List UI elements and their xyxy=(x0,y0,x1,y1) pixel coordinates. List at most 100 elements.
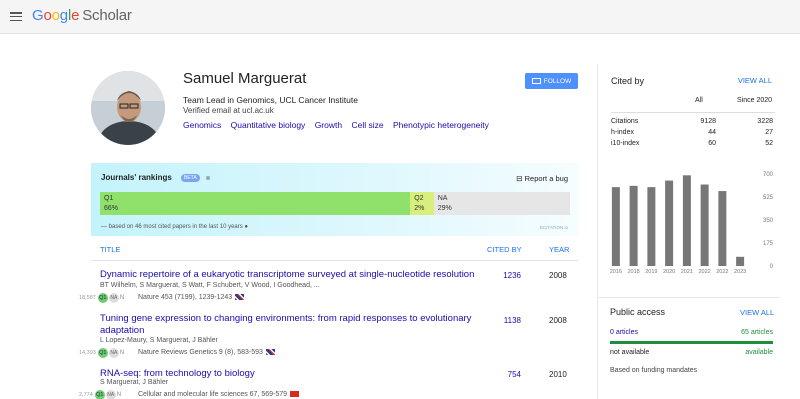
journal-rankings-panel: Journals' rankings BETA ⊟ Report a bug Q… xyxy=(91,163,578,236)
info-icon: ● xyxy=(244,224,249,230)
interest-link[interactable]: Phenotypic heterogeneity xyxy=(393,120,489,130)
rankings-title: Journals' rankings xyxy=(101,173,172,182)
citation-bar[interactable] xyxy=(629,185,638,266)
article-badges: 18,587 Q1 NA N xyxy=(79,293,125,303)
cited-by-count[interactable]: 1138 xyxy=(491,316,521,325)
divider xyxy=(597,297,780,298)
cited-by-count[interactable]: 754 xyxy=(491,370,521,379)
research-interests: Genomics Quantitative biology Growth Cel… xyxy=(183,120,496,130)
x-tick-label: 2023 xyxy=(734,269,746,275)
available-count[interactable]: 65 articles xyxy=(741,329,773,336)
segment-percent: 66% xyxy=(104,205,119,212)
x-tick-label: 2019 xyxy=(645,269,657,275)
na-badge: NA xyxy=(105,390,116,399)
ranking-segment-q2[interactable]: Q2 2% xyxy=(410,192,434,215)
google-scholar-logo[interactable]: Google Scholar xyxy=(32,7,132,24)
uk-flag-icon xyxy=(265,349,275,356)
rankings-bar: Q1 66% Q2 2% NA 29% xyxy=(100,192,570,215)
title-column-header[interactable]: TITLE xyxy=(100,245,120,254)
segment-percent: 29% xyxy=(437,205,452,212)
article-year: 2010 xyxy=(549,370,567,379)
all-column-header: All xyxy=(695,97,703,104)
ecitation-logo[interactable]: ECITATION.io xyxy=(540,225,568,230)
top-bar: Google Scholar xyxy=(0,0,800,34)
x-tick-label: 2020 xyxy=(663,269,675,275)
article-title-link[interactable]: Dynamic repertoire of a eukaryotic trans… xyxy=(100,269,480,281)
citation-bar[interactable] xyxy=(665,180,674,266)
article-venue: Nature 453 (7199), 1239-1243 xyxy=(138,294,245,301)
stats-divider xyxy=(611,112,775,113)
bug-icon: ⊟ xyxy=(516,174,523,183)
interest-link[interactable]: Growth xyxy=(315,120,342,130)
x-tick-label: 2022 xyxy=(716,269,728,275)
public-access-title: Public access xyxy=(610,307,666,317)
stat-row-h-index: h-index 44 27 xyxy=(611,129,773,136)
segment-label: NA xyxy=(437,195,448,202)
uk-flag-icon xyxy=(235,294,245,301)
citation-bar[interactable] xyxy=(647,187,656,266)
ranking-segment-q1[interactable]: Q1 66% xyxy=(100,192,411,215)
article-badges: 2,774 Q1 NA N xyxy=(79,390,122,399)
citation-bar[interactable] xyxy=(682,175,691,266)
article-authors: L Lopez-Maury, S Marguerat, J Bähler xyxy=(100,337,218,344)
y-tick-label: 700 xyxy=(763,172,774,178)
quartile-badge: Q1 xyxy=(97,293,108,303)
profile-affiliation: Team Lead in Genomics, UCL Cancer Instit… xyxy=(183,95,358,105)
x-tick-label: 2022 xyxy=(699,269,711,275)
available-label: available xyxy=(745,349,773,356)
y-tick-label: 175 xyxy=(763,241,774,247)
segment-percent: 2% xyxy=(414,205,425,212)
follow-button[interactable]: FOLLOW xyxy=(525,73,578,89)
public-access-bar xyxy=(610,341,773,344)
citation-bar[interactable] xyxy=(736,256,745,266)
profile-name: Samuel Marguerat xyxy=(183,70,307,87)
y-tick-label: 525 xyxy=(763,195,774,201)
segment-label: Q2 xyxy=(414,195,424,202)
article-title-link[interactable]: Tuning gene expression to changing envir… xyxy=(100,313,480,337)
profile-email: Verified email at ucl.ac.uk xyxy=(183,106,274,115)
article-authors: S Marguerat, J Bähler xyxy=(100,379,169,386)
article-year: 2008 xyxy=(549,271,567,280)
cited-by-title: Cited by xyxy=(611,76,645,86)
cited-by-count[interactable]: 1236 xyxy=(491,271,521,280)
segment-label: Q1 xyxy=(104,195,114,202)
articles-table-header: TITLE CITED BY YEAR xyxy=(91,236,578,261)
article-badges: 14,393 Q1 NA N xyxy=(79,348,125,358)
public-access-view-all-link[interactable]: VIEW ALL xyxy=(740,308,774,317)
report-bug-link[interactable]: ⊟ Report a bug xyxy=(516,174,568,183)
stat-row-i10-index: i10-index 60 52 xyxy=(611,140,773,147)
citations-per-year-chart: 2016 2018 2019 2020 2021 2022 2022 2023 700 525 35… xyxy=(605,170,777,280)
y-tick-label: 350 xyxy=(763,218,774,224)
envelope-icon xyxy=(531,78,541,84)
interest-link[interactable]: Cell size xyxy=(351,120,383,130)
not-available-count[interactable]: 0 articles xyxy=(610,329,638,336)
x-tick-label: 2016 xyxy=(610,269,622,275)
funding-mandates-note: Based on funding mandates xyxy=(610,367,698,374)
interest-link[interactable]: Genomics xyxy=(183,120,221,130)
na-badge: NA xyxy=(108,293,119,303)
na-badge: NA xyxy=(108,348,119,358)
beta-badge: BETA xyxy=(181,174,200,182)
article-venue: Cellular and molecular life sciences 67,… xyxy=(138,391,300,398)
year-column-header[interactable]: YEAR xyxy=(549,245,569,254)
since-column-header: Since 2020 xyxy=(737,97,773,104)
quartile-badge: Q1 xyxy=(97,348,108,358)
article-year: 2008 xyxy=(549,316,567,325)
citation-bar[interactable] xyxy=(718,191,727,266)
swiss-flag-icon xyxy=(290,391,300,398)
info-icon[interactable] xyxy=(206,176,210,180)
citation-bar[interactable] xyxy=(611,187,620,266)
cited-by-view-all-link[interactable]: VIEW ALL xyxy=(738,76,772,85)
x-tick-label: 2021 xyxy=(681,269,693,275)
article-venue: Nature Reviews Genetics 9 (8), 583-593 xyxy=(138,349,275,356)
interest-link[interactable]: Quantitative biology xyxy=(231,120,306,130)
ranking-segment-na[interactable]: NA 29% xyxy=(433,192,570,215)
citation-bar[interactable] xyxy=(700,184,709,266)
hamburger-menu-icon[interactable] xyxy=(10,12,22,22)
y-tick-label: 0 xyxy=(770,264,774,270)
cited-by-column-header[interactable]: CITED BY xyxy=(487,245,522,254)
rankings-basis-note: — based on 46 most cited papers in the l… xyxy=(101,224,249,230)
not-available-label: not available xyxy=(610,349,650,356)
profile-avatar xyxy=(91,71,165,145)
citations-bar-chart: 2016 2018 2019 2020 2021 2022 2022 2023 700 525 35… xyxy=(610,172,774,275)
